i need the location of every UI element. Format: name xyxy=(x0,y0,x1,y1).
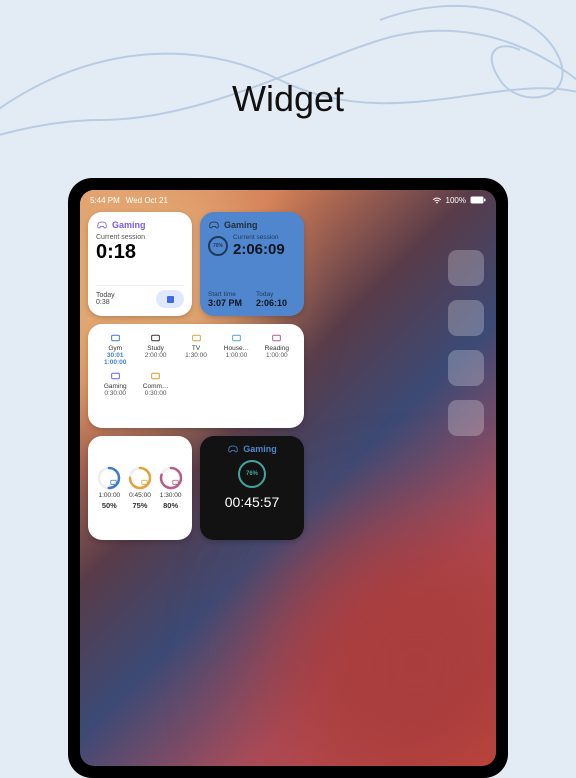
gamepad-icon xyxy=(96,220,108,230)
widget-rings[interactable]: 1:00:00 50% 0:45:00 75% 1:30:00 80% xyxy=(88,436,192,540)
category-item: House… 1:00:00 xyxy=(217,332,255,366)
widget-title: Gaming xyxy=(224,220,258,230)
ipad-frame: 5:44 PM Wed Oct 21 100% Gaming Current s… xyxy=(68,178,508,778)
dock-app[interactable] xyxy=(448,400,484,436)
widget-stack: Gaming Current session 0:18 Today 0:38 G… xyxy=(88,212,304,540)
category-icon xyxy=(231,332,242,344)
stop-icon xyxy=(167,296,174,303)
ring-percent: 50% xyxy=(102,501,117,510)
ring-percent: 80% xyxy=(163,501,178,510)
gamepad-icon xyxy=(208,220,220,230)
category-name: Gaming xyxy=(96,383,134,390)
category-name: Study xyxy=(136,345,174,352)
category-icon xyxy=(150,370,161,382)
category-item: Comm… 0:30:00 xyxy=(136,370,174,397)
category-time: 2:00:00 xyxy=(145,352,167,359)
ring-item: 1:30:00 80% xyxy=(159,466,183,510)
category-time: 1:00:00 xyxy=(266,352,288,359)
elapsed-time: 00:45:57 xyxy=(225,494,280,510)
ring-time: 1:30:00 xyxy=(160,492,182,499)
today-time: 0:38 xyxy=(96,299,115,306)
widget-gaming-white[interactable]: Gaming Current session 0:18 Today 0:38 xyxy=(88,212,192,316)
category-name: TV xyxy=(177,345,215,352)
battery-percent: 100% xyxy=(446,196,466,205)
status-bar: 5:44 PM Wed Oct 21 100% xyxy=(80,190,496,208)
status-date: Wed Oct 21 xyxy=(126,196,168,205)
start-label: Start time xyxy=(208,291,242,298)
dock-app[interactable] xyxy=(448,350,484,386)
widget-title: Gaming xyxy=(112,220,146,230)
session-label: Current session xyxy=(233,234,285,241)
ring-time: 0:45:00 xyxy=(129,492,151,499)
widget-gaming-blue[interactable]: Gaming 70% Current session 2:06:09 Start… xyxy=(200,212,304,316)
category-item: Gaming 0:30:00 xyxy=(96,370,134,397)
category-item: Study 2:00:00 xyxy=(136,332,174,366)
session-time: 0:18 xyxy=(96,241,184,264)
widget-gaming-dark[interactable]: Gaming 76% 00:45:57 xyxy=(200,436,304,540)
page-title: Widget xyxy=(232,78,344,120)
ring-item: 0:45:00 75% xyxy=(128,466,152,510)
category-name: Gym xyxy=(96,345,134,352)
progress-ring: 70% xyxy=(208,236,228,256)
category-time: 0:30:00 xyxy=(104,390,126,397)
wifi-icon xyxy=(432,196,442,204)
progress-ring xyxy=(128,466,152,490)
ring-percent: 70% xyxy=(213,243,223,249)
progress-ring: 76% xyxy=(238,460,266,488)
category-item: TV 1:30:00 xyxy=(177,332,215,366)
progress-ring xyxy=(159,466,183,490)
today-value: 2:06:10 xyxy=(256,298,287,308)
progress-ring xyxy=(97,466,121,490)
category-time: 30:01 xyxy=(107,352,124,359)
category-time-2: 1:00:00 xyxy=(104,359,126,366)
category-icon xyxy=(110,370,121,382)
today-label: Today xyxy=(96,292,115,299)
dock-app[interactable] xyxy=(448,250,484,286)
ring-percent: 76% xyxy=(246,471,258,477)
category-icon xyxy=(150,332,161,344)
widget-title: Gaming xyxy=(243,444,277,454)
category-time: 0:30:00 xyxy=(145,390,167,397)
stop-button[interactable] xyxy=(156,290,184,308)
ring-percent: 75% xyxy=(132,501,147,510)
dock-app[interactable] xyxy=(448,300,484,336)
category-time: 1:00:00 xyxy=(226,352,248,359)
gamepad-icon xyxy=(227,444,239,454)
ring-time: 1:00:00 xyxy=(98,492,120,499)
battery-icon xyxy=(470,196,486,204)
ring-item: 1:00:00 50% xyxy=(97,466,121,510)
category-time: 1:30:00 xyxy=(185,352,207,359)
category-icon xyxy=(271,332,282,344)
start-value: 3:07 PM xyxy=(208,298,242,308)
today-label: Today xyxy=(256,291,287,298)
category-item: Gym 30:01 1:00:00 xyxy=(96,332,134,366)
status-time: 5:44 PM xyxy=(90,196,120,205)
category-name: Comm… xyxy=(136,383,174,390)
ipad-screen: 5:44 PM Wed Oct 21 100% Gaming Current s… xyxy=(80,190,496,766)
widget-categories[interactable]: Gym 30:01 1:00:00 Study 2:00:00 TV 1:30:… xyxy=(88,324,304,428)
category-name: House… xyxy=(217,345,255,352)
category-icon xyxy=(191,332,202,344)
category-item: Reading 1:00:00 xyxy=(258,332,296,366)
session-label: Current session xyxy=(96,234,184,241)
category-name: Reading xyxy=(258,345,296,352)
session-time: 2:06:09 xyxy=(233,241,285,258)
dock-blur-apps xyxy=(448,250,496,436)
category-icon xyxy=(110,332,121,344)
